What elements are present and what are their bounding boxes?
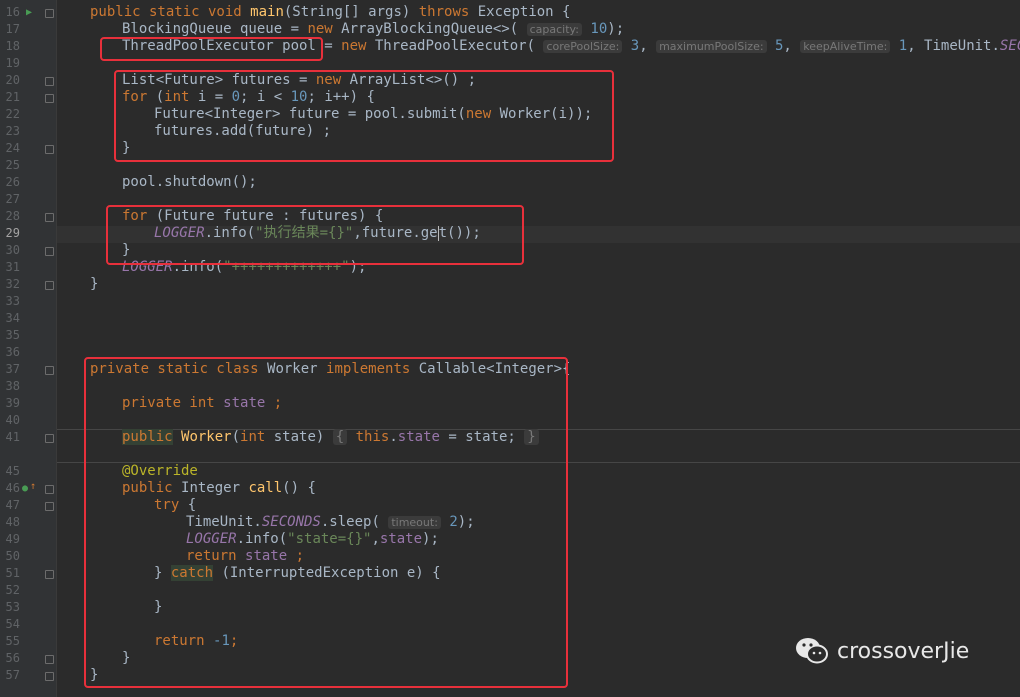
line-number: 26: [5, 175, 20, 189]
highlight-box-pool: [100, 37, 323, 61]
fold-marker-icon[interactable]: [45, 502, 54, 511]
line-number: 23: [5, 124, 20, 138]
wechat-icon: [796, 638, 828, 664]
static-field: SECONDS: [999, 38, 1020, 54]
line-number-gutter: 16 17 18 19 20 21 22 23 24 25 26 27 28 2…: [0, 0, 57, 697]
code-line-32[interactable]: }: [90, 276, 98, 293]
keyword: throws: [418, 4, 478, 20]
line-number: 31: [5, 260, 20, 274]
line-number: 32: [5, 277, 20, 291]
line-number: 45: [5, 464, 20, 478]
watermark-text: crossoverJie: [837, 638, 970, 664]
line-number: 56: [5, 651, 20, 665]
keyword: new: [341, 38, 375, 54]
fold-marker-icon[interactable]: [45, 213, 54, 222]
fold-marker-icon[interactable]: [45, 570, 54, 579]
keyword: public static void: [90, 4, 251, 20]
code-text: );: [607, 21, 625, 37]
line-number: 37: [5, 362, 20, 376]
fold-marker-icon[interactable]: [45, 247, 54, 256]
code-text: pool.shutdown();: [122, 174, 257, 190]
parameter-hint: corePoolSize:: [543, 40, 623, 53]
line-number: 52: [5, 583, 20, 597]
fold-marker-icon[interactable]: [45, 485, 54, 494]
line-number: 55: [5, 634, 20, 648]
line-number: 20: [5, 73, 20, 87]
line-number: 49: [5, 532, 20, 546]
fold-marker-icon[interactable]: [45, 145, 54, 154]
fold-marker-icon[interactable]: [45, 434, 54, 443]
line-number: 50: [5, 549, 20, 563]
number: 1: [898, 38, 908, 54]
line-number: 18: [5, 39, 20, 53]
line-number: 34: [5, 311, 20, 325]
fold-marker-icon[interactable]: [45, 77, 54, 86]
line-number: 38: [5, 379, 20, 393]
parameter-hint: capacity:: [526, 23, 582, 36]
code-text: BlockingQueue queue =: [122, 21, 308, 37]
code-line-26[interactable]: pool.shutdown();: [122, 174, 257, 191]
fold-marker-icon[interactable]: [45, 281, 54, 290]
highlight-box-submit-loop: [114, 70, 614, 162]
line-number: 36: [5, 345, 20, 359]
fold-marker-icon[interactable]: [45, 9, 54, 18]
line-number: 35: [5, 328, 20, 342]
line-number: 47: [5, 498, 20, 512]
code-line-17[interactable]: BlockingQueue queue = new ArrayBlockingQ…: [122, 21, 624, 38]
code-text: Exception {: [477, 4, 571, 20]
line-number: 16: [5, 5, 20, 19]
fold-marker-icon[interactable]: [45, 366, 54, 375]
highlight-box-get-loop: [106, 205, 524, 265]
override-icon[interactable]: ●: [22, 480, 28, 497]
keyword: new: [307, 21, 342, 37]
number: 5: [774, 38, 784, 54]
line-number: 48: [5, 515, 20, 529]
line-number: 40: [5, 413, 20, 427]
code-text: (String[] args): [283, 4, 419, 20]
parameter-hint: keepAliveTime:: [800, 40, 891, 53]
line-number: 21: [5, 90, 20, 104]
fold-marker-icon[interactable]: [45, 94, 54, 103]
number: 10: [590, 21, 608, 37]
line-number: 30: [5, 243, 20, 257]
code-text: , TimeUnit.: [907, 38, 1000, 54]
code-text: ThreadPoolExecutor(: [374, 38, 536, 54]
line-number: 28: [5, 209, 20, 223]
line-number: 19: [5, 56, 20, 70]
line-number: 39: [5, 396, 20, 410]
line-number: 27: [5, 192, 20, 206]
line-number: 33: [5, 294, 20, 308]
line-number: 54: [5, 617, 20, 631]
run-icon[interactable]: ▶: [26, 4, 32, 21]
arrow-up-icon[interactable]: ↑: [30, 478, 36, 495]
code-text: }: [90, 276, 99, 292]
line-number: 57: [5, 668, 20, 682]
line-number: 51: [5, 566, 20, 580]
parameter-hint: maximumPoolSize:: [656, 40, 767, 53]
line-number: 46: [5, 481, 20, 495]
code-line-16[interactable]: public static void main(String[] args) t…: [90, 4, 570, 21]
line-number: 25: [5, 158, 20, 172]
line-number: 22: [5, 107, 20, 121]
fold-marker-icon[interactable]: [45, 655, 54, 664]
number: 3: [630, 38, 640, 54]
code-text: ArrayBlockingQueue<>(: [341, 21, 519, 37]
line-number: 24: [5, 141, 20, 155]
highlight-box-worker-class: [84, 357, 568, 688]
watermark: crossoverJie: [795, 636, 969, 666]
method-name: main: [250, 4, 284, 20]
line-number: 41: [5, 430, 20, 444]
fold-marker-icon[interactable]: [45, 672, 54, 681]
line-number: 17: [5, 22, 20, 36]
line-number-current: 29: [5, 226, 20, 240]
line-number: 53: [5, 600, 20, 614]
